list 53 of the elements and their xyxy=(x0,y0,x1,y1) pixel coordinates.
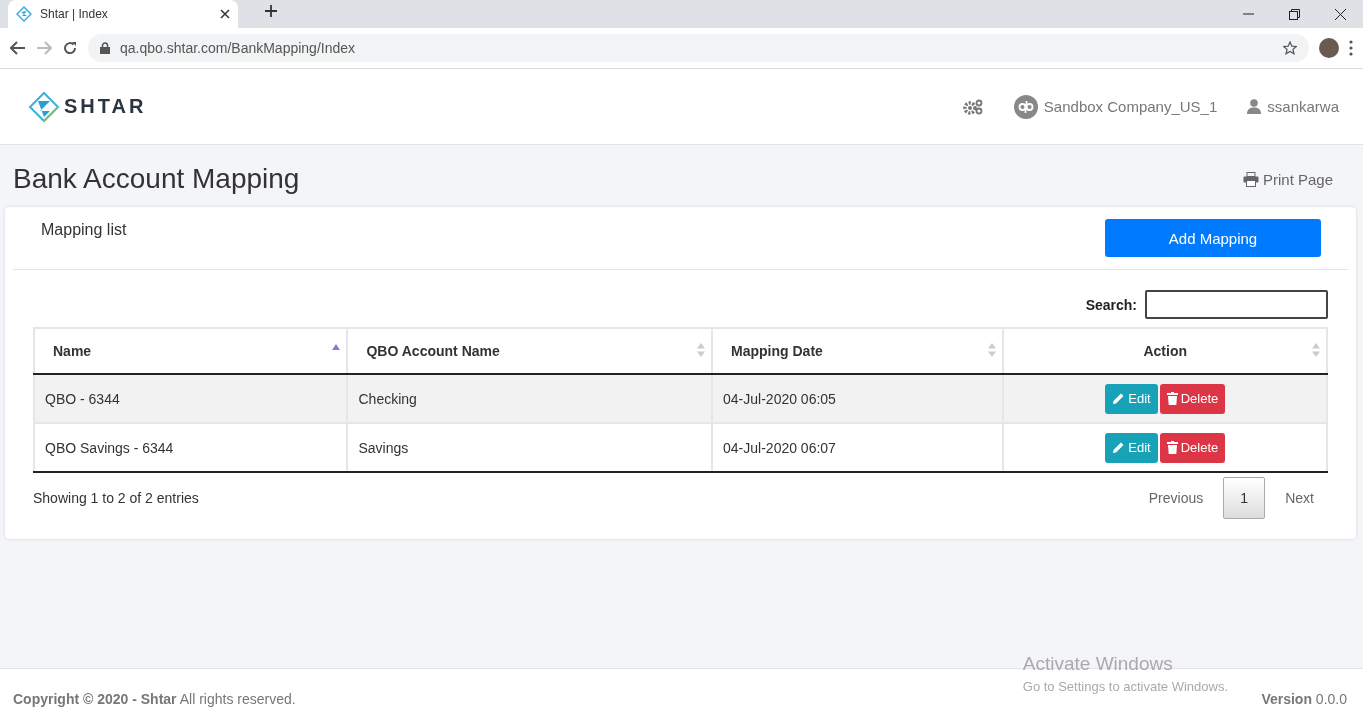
close-icon[interactable] xyxy=(1334,8,1346,20)
user-name[interactable]: ssankarwa xyxy=(1267,98,1339,115)
column-header[interactable]: Mapping Date xyxy=(712,328,1004,374)
column-header[interactable]: QBO Account Name xyxy=(347,328,713,374)
logo-icon xyxy=(16,6,32,22)
activation-title: Activate Windows xyxy=(1022,653,1174,675)
star-icon[interactable] xyxy=(1283,41,1297,55)
trash-icon xyxy=(1166,392,1178,405)
search-label: Search: xyxy=(1085,296,1137,313)
pencil-icon xyxy=(1112,441,1126,454)
table-cell: QBO - 6344 xyxy=(34,374,348,423)
page-title: Bank Account Mapping xyxy=(13,163,300,195)
page-button[interactable]: 1 xyxy=(1223,477,1266,519)
entries-info: Showing 1 to 2 of 2 entries xyxy=(33,490,200,506)
delete-button[interactable]: Delete xyxy=(1159,383,1226,414)
user-icon xyxy=(1247,99,1262,114)
back-arrow-icon[interactable] xyxy=(10,41,26,55)
delete-button[interactable]: Delete xyxy=(1159,432,1226,463)
printer-icon xyxy=(1242,171,1259,187)
table-cell: QBO Savings - 6344 xyxy=(34,423,348,472)
next-button[interactable]: Next xyxy=(1271,480,1328,516)
browser-tab[interactable]: Shtar | Index xyxy=(8,0,238,28)
gears-icon[interactable] xyxy=(961,97,984,116)
column-header[interactable]: Name xyxy=(34,328,348,374)
menu-icon[interactable] xyxy=(1349,40,1353,56)
column-header[interactable]: Action xyxy=(1003,328,1327,374)
table-cell: Checking xyxy=(347,374,713,423)
table-cell: Savings xyxy=(347,423,713,472)
card-title: Mapping list xyxy=(41,221,127,239)
edit-button[interactable]: Edit xyxy=(1105,432,1158,463)
avatar[interactable] xyxy=(1319,38,1339,58)
add-mapping-button[interactable]: Add Mapping xyxy=(1105,219,1321,257)
pencil-icon xyxy=(1112,392,1126,405)
lock-icon xyxy=(100,42,110,54)
search-field[interactable] xyxy=(1145,290,1328,319)
edit-button[interactable]: Edit xyxy=(1105,383,1158,414)
activation-text: Go to Settings to activate Windows. xyxy=(1022,679,1228,694)
close-icon[interactable] xyxy=(220,9,230,19)
tab-title: Shtar | Index xyxy=(40,7,109,21)
logo-text: SHTAR xyxy=(64,95,147,118)
version-text: Version 0.0.0 xyxy=(1261,690,1347,707)
previous-button[interactable]: Previous xyxy=(1134,480,1218,516)
minimize-icon[interactable] xyxy=(1242,13,1254,15)
quickbooks-icon xyxy=(1013,94,1038,119)
table-cell: 04-Jul-2020 06:07 xyxy=(712,423,1004,472)
table-cell: 04-Jul-2020 06:05 xyxy=(712,374,1004,423)
print-page-link[interactable]: Print Page xyxy=(1242,170,1333,188)
trash-icon xyxy=(1166,441,1178,454)
logo-icon xyxy=(28,90,60,123)
restore-icon[interactable] xyxy=(1288,8,1300,20)
company-name[interactable]: Sandbox Company_US_1 xyxy=(1043,98,1218,115)
copyright-text: Copyright © 2020 - Shtar All rights reserved. xyxy=(13,690,297,707)
reload-icon[interactable] xyxy=(62,40,78,56)
